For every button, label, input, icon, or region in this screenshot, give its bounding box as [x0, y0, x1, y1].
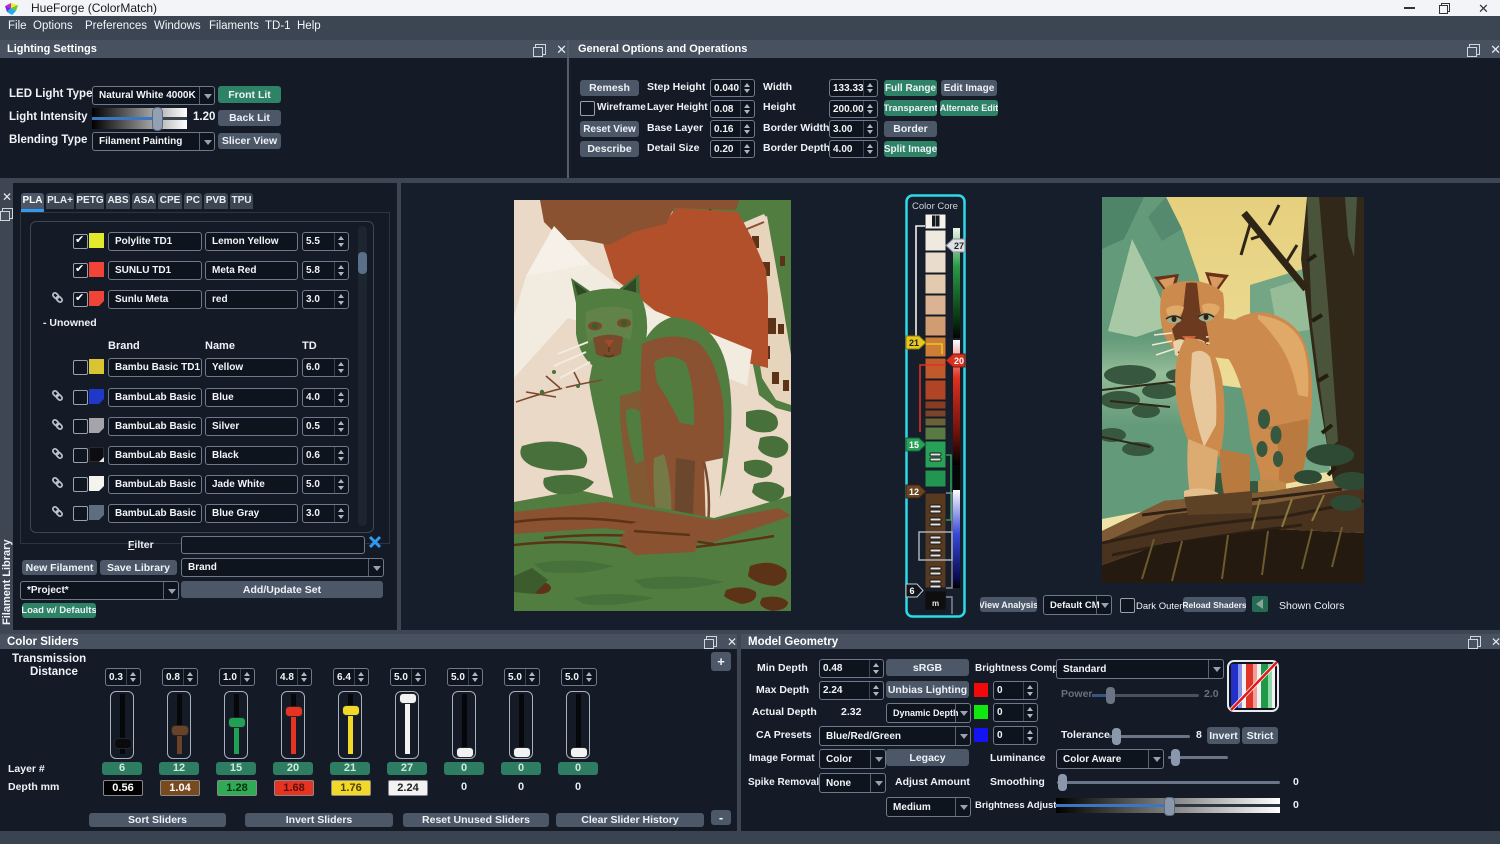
svg-text:12: 12: [909, 487, 919, 497]
svg-text:6: 6: [909, 586, 914, 596]
svg-text:15: 15: [909, 440, 919, 450]
svg-text:21: 21: [909, 338, 919, 348]
svg-text:m: m: [932, 599, 939, 608]
svg-text:20: 20: [954, 356, 964, 366]
svg-text:27: 27: [954, 241, 964, 251]
svg-text:Color Core: Color Core: [912, 201, 958, 212]
